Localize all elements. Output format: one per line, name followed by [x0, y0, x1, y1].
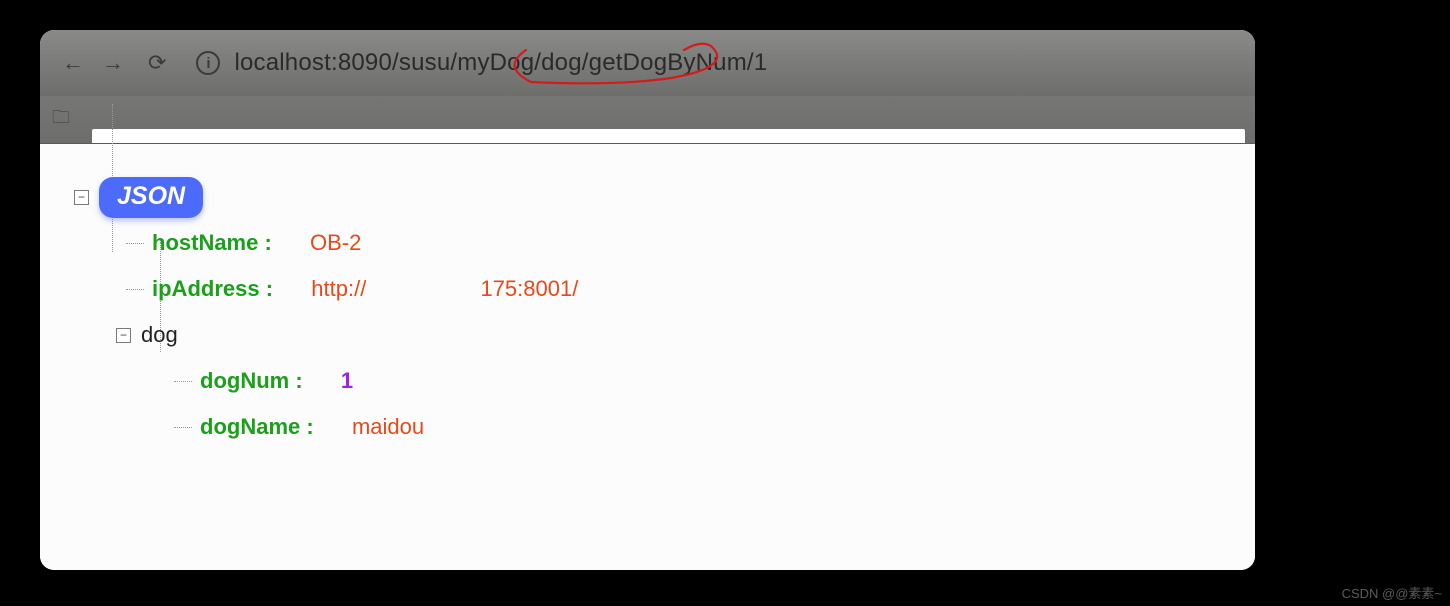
- tree-row-ipaddress: ipAddress : http:// 175:8001/: [126, 266, 1221, 312]
- reload-button[interactable]: ⟳: [148, 52, 166, 74]
- redacted-ip: [366, 279, 474, 301]
- dogname-value: maidou: [352, 414, 424, 439]
- dogname-key: dogName :: [200, 414, 314, 439]
- tree-root: − JSON: [74, 174, 1221, 220]
- tree-row-hostname: hostName : OB-2: [126, 220, 1221, 266]
- blank-strip: [92, 129, 1245, 143]
- json-root-badge[interactable]: JSON: [99, 177, 203, 218]
- bookmark-folder-icon[interactable]: 🗀: [52, 105, 70, 135]
- dognum-value: 1: [341, 368, 353, 393]
- dog-object-label[interactable]: dog: [141, 322, 178, 348]
- hostname-key: hostName :: [152, 230, 272, 255]
- site-info-icon[interactable]: i: [196, 51, 220, 75]
- collapse-toggle-icon[interactable]: −: [116, 328, 131, 343]
- json-viewer: − JSON hostName : OB-2 ipAddress : http:…: [40, 144, 1255, 570]
- browser-toolbar: ← → ⟳ i localhost:8090/susu/myDog/dog/ge…: [40, 30, 1255, 96]
- url-text: localhost:8090/susu/myDog/dog/getDogByNu…: [234, 49, 767, 77]
- back-button[interactable]: ←: [62, 52, 84, 74]
- collapse-toggle-icon[interactable]: −: [74, 190, 89, 205]
- tree-row-dog: − dog: [116, 312, 1221, 358]
- bookmarks-bar: 🗀: [40, 96, 1255, 144]
- browser-window: ← → ⟳ i localhost:8090/susu/myDog/dog/ge…: [40, 30, 1255, 570]
- tree-row-dognum: dogNum : 1: [174, 358, 1221, 404]
- hostname-value: OB-2: [310, 230, 361, 255]
- watermark: CSDN @@素素~: [1342, 583, 1442, 602]
- forward-button[interactable]: →: [102, 52, 124, 74]
- tree-row-dogname: dogName : maidou: [174, 404, 1221, 450]
- address-bar[interactable]: i localhost:8090/susu/myDog/dog/getDogBy…: [196, 49, 1233, 77]
- ipaddress-value: http:// 175:8001/: [311, 276, 578, 301]
- dognum-key: dogNum :: [200, 368, 303, 393]
- nav-buttons: ← → ⟳: [62, 52, 166, 74]
- ipaddress-key: ipAddress :: [152, 276, 273, 301]
